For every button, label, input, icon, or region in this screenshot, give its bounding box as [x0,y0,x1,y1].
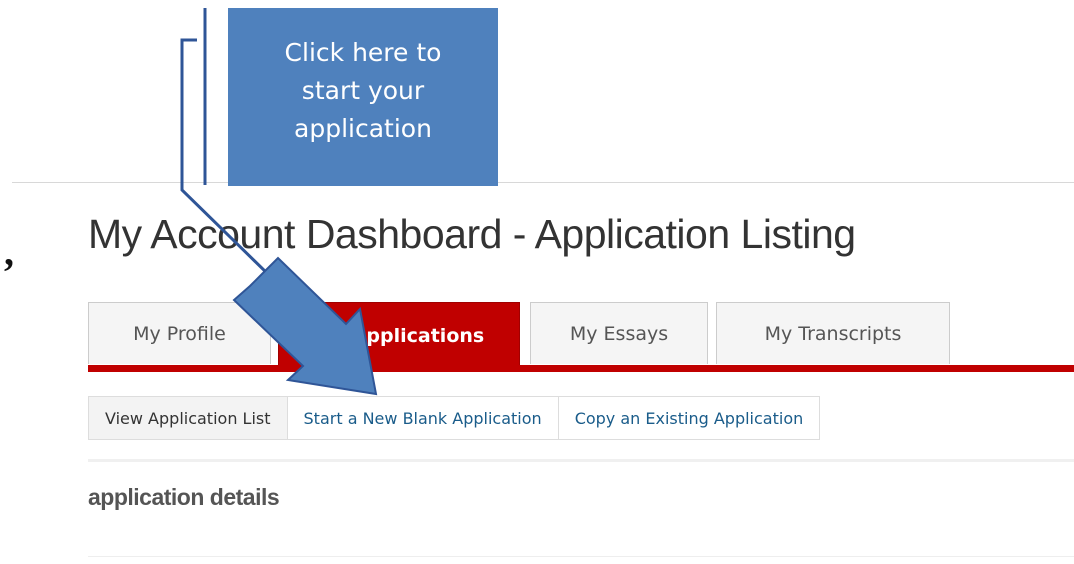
page-title: My Account Dashboard - Application Listi… [88,211,856,257]
stray-comma-mark: , [4,229,14,274]
callout-pointer-arrow [180,8,378,396]
view-application-list-link[interactable]: View Application List [88,396,288,440]
top-divider [12,182,1074,183]
tabs-underline [88,365,1074,372]
section-heading: application details [88,484,280,510]
tab-my-transcripts[interactable]: My Transcripts [716,302,950,364]
callout-line-1: Click here to [284,38,442,67]
tab-my-essays[interactable]: My Essays [530,302,708,364]
callout-line-2: start your [301,76,425,105]
tab-my-applications[interactable]: My Applications [278,302,520,368]
main-tabs: My Profile My Applications My Essays My … [88,302,1074,374]
application-subnav: View Application List Start a New Blank … [88,396,821,440]
bottom-divider [88,556,1074,557]
start-new-blank-application-link[interactable]: Start a New Blank Application [286,396,559,440]
instruction-callout: Click here to start your application [228,8,498,186]
callout-line-3: application [294,114,432,143]
subnav-divider [88,459,1074,462]
copy-existing-application-link[interactable]: Copy an Existing Application [557,396,821,440]
tab-my-profile[interactable]: My Profile [88,302,271,364]
